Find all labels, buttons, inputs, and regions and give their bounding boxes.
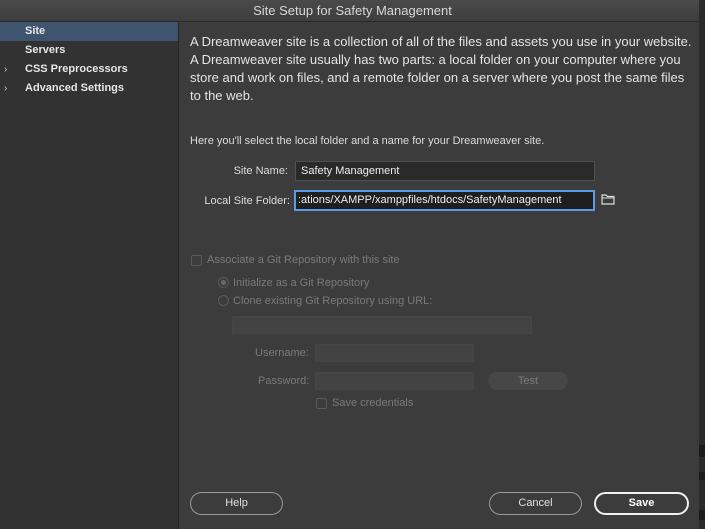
local-site-folder-label: Local Site Folder: bbox=[204, 195, 290, 207]
sidebar-item-label: Servers bbox=[25, 44, 66, 56]
chevron-right-icon[interactable]: › bbox=[4, 60, 7, 79]
save-button[interactable]: Save bbox=[594, 492, 689, 515]
password-input[interactable] bbox=[315, 372, 474, 390]
sidebar-item-label: CSS Preprocessors bbox=[25, 63, 128, 75]
initialize-git-label: Initialize as a Git Repository bbox=[233, 277, 370, 289]
save-credentials-label: Save credentials bbox=[332, 397, 414, 409]
background-window-edge bbox=[699, 0, 705, 529]
sidebar-item-label: Site bbox=[25, 25, 46, 37]
background-divider bbox=[699, 472, 705, 480]
site-name-input[interactable]: Safety Management bbox=[295, 161, 595, 181]
sidebar-item-servers[interactable]: Servers bbox=[0, 41, 178, 60]
intro-text: A Dreamweaver site is a collection of al… bbox=[190, 34, 692, 103]
test-button[interactable]: Test bbox=[488, 372, 568, 390]
main-panel: A Dreamweaver site is a collection of al… bbox=[180, 22, 699, 529]
associate-git-checkbox[interactable] bbox=[191, 255, 202, 266]
sidebar: Site Servers › CSS Preprocessors › Advan… bbox=[0, 22, 179, 529]
save-credentials-checkbox[interactable] bbox=[316, 398, 327, 409]
instruction-text: Here you'll select the local folder and … bbox=[190, 135, 545, 147]
folder-icon[interactable] bbox=[601, 193, 615, 205]
git-url-input[interactable] bbox=[232, 316, 532, 334]
password-label: Password: bbox=[258, 375, 310, 387]
local-site-folder-input[interactable]: :ations/XAMPP/xamppfiles/htdocs/SafetyMa… bbox=[294, 190, 595, 211]
sidebar-item-label: Advanced Settings bbox=[25, 82, 125, 94]
sidebar-item-site[interactable]: Site bbox=[0, 22, 178, 41]
sidebar-item-css-preprocessors[interactable]: › CSS Preprocessors bbox=[0, 60, 178, 79]
sidebar-item-advanced-settings[interactable]: › Advanced Settings bbox=[0, 79, 178, 98]
chevron-right-icon[interactable]: › bbox=[4, 79, 7, 98]
window-title: Site Setup for Safety Management bbox=[0, 0, 705, 22]
clone-git-label: Clone existing Git Repository using URL: bbox=[233, 295, 433, 307]
site-setup-dialog: Site Setup for Safety Management Site Se… bbox=[0, 0, 705, 529]
background-divider bbox=[699, 510, 705, 520]
site-name-label: Site Name: bbox=[233, 165, 288, 177]
background-divider bbox=[699, 445, 705, 457]
help-button[interactable]: Help bbox=[190, 492, 283, 515]
username-input[interactable] bbox=[315, 344, 474, 362]
clone-git-radio[interactable] bbox=[218, 295, 229, 306]
associate-git-label: Associate a Git Repository with this sit… bbox=[207, 254, 400, 266]
initialize-git-radio[interactable] bbox=[218, 277, 229, 288]
username-label: Username: bbox=[255, 347, 309, 359]
cancel-button[interactable]: Cancel bbox=[489, 492, 582, 515]
